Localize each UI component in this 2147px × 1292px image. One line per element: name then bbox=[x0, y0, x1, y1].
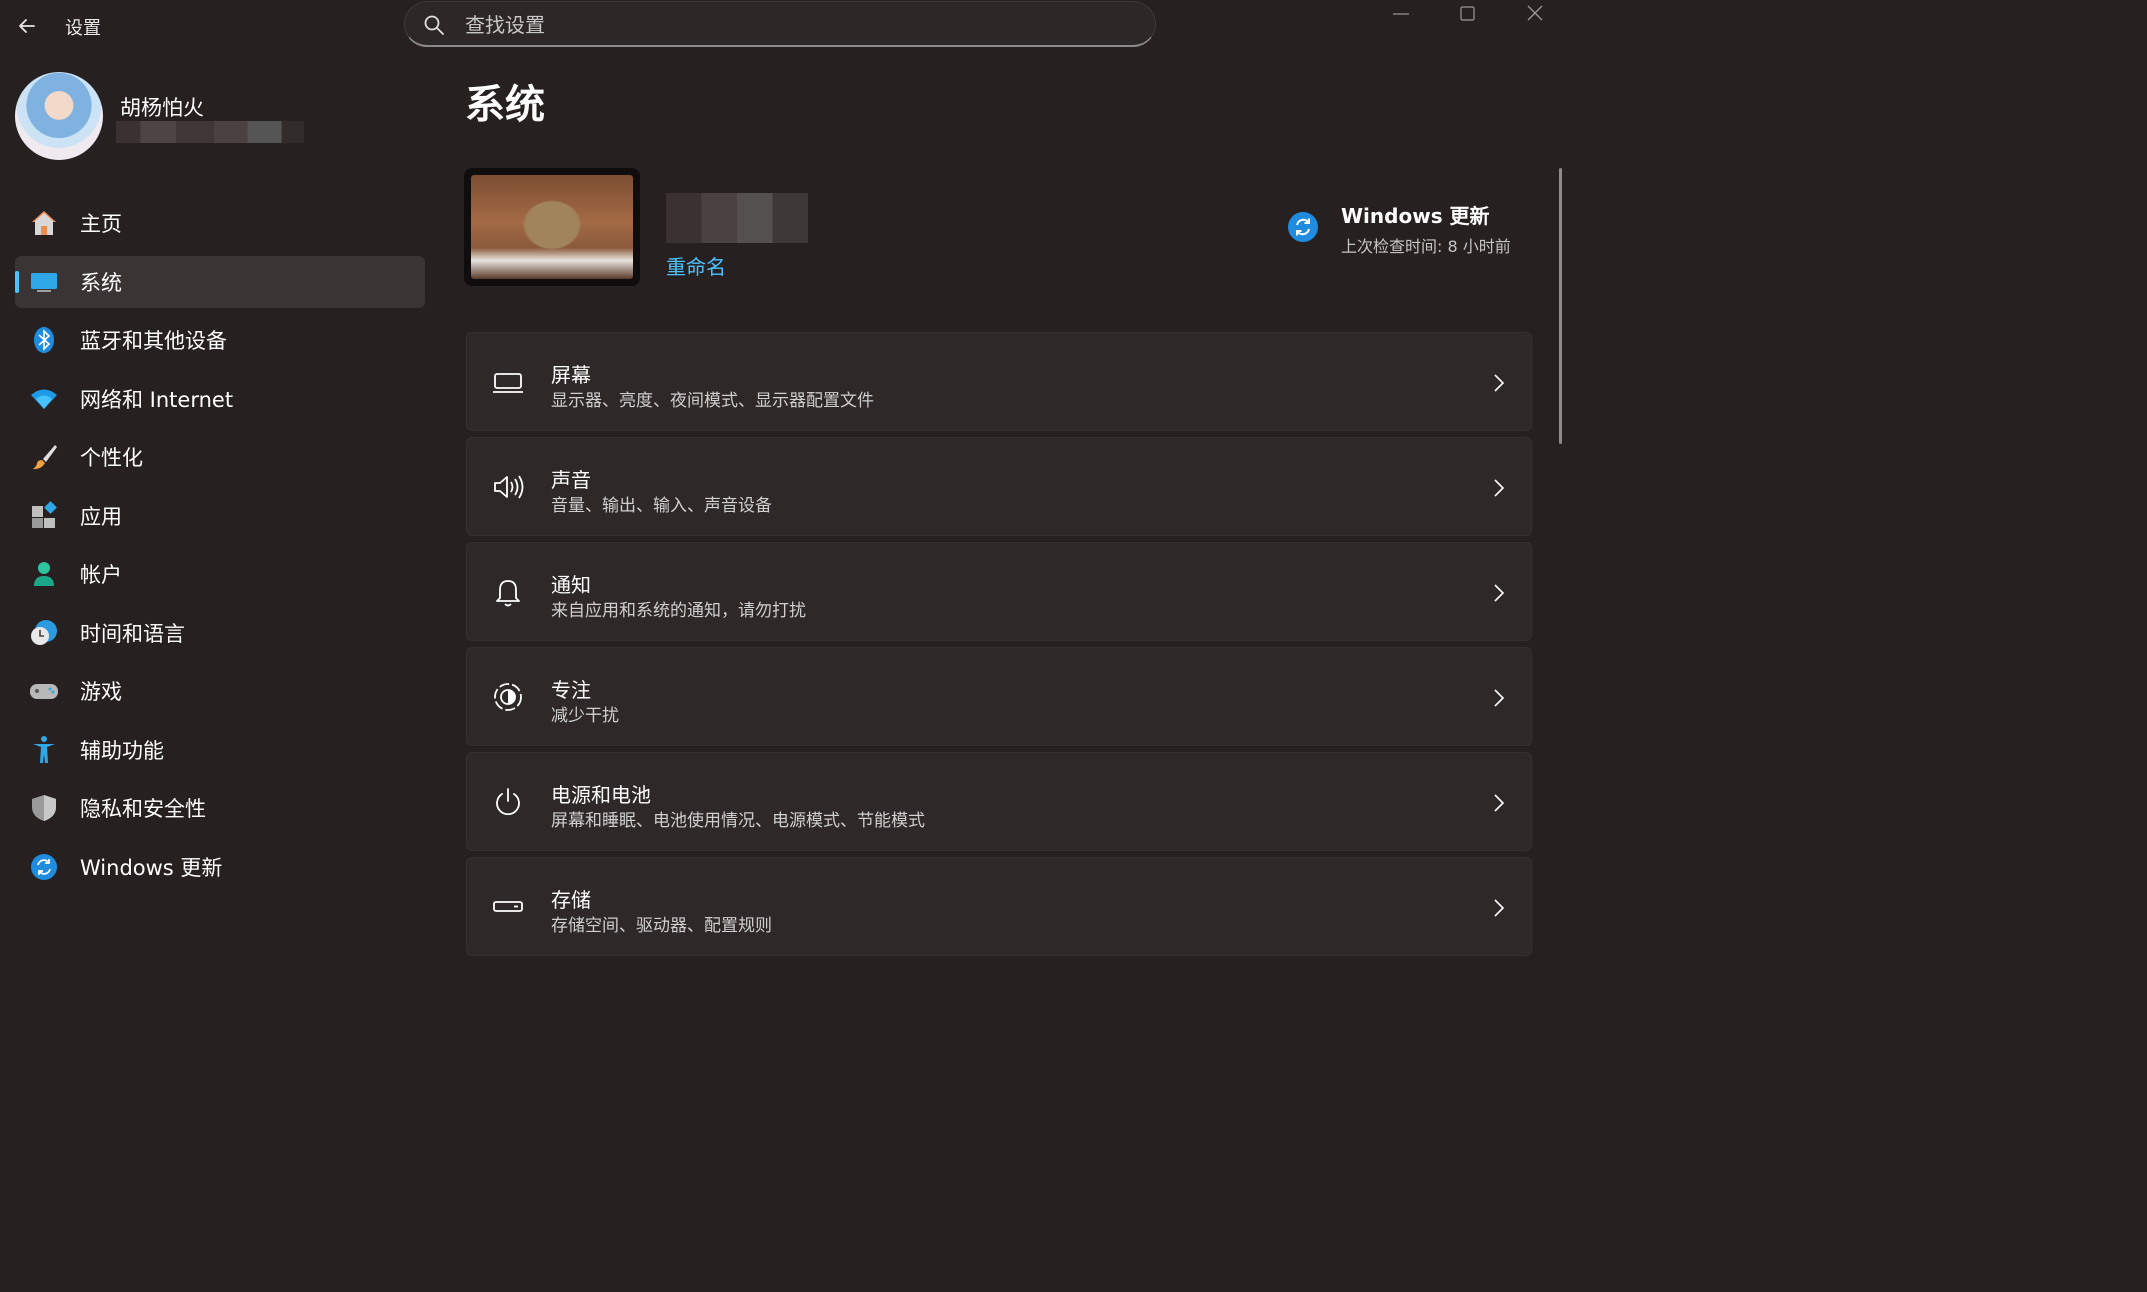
sidebar-item-label: 系统 bbox=[80, 270, 122, 295]
windows-update-icon bbox=[28, 851, 60, 883]
chevron-right-icon bbox=[1494, 374, 1505, 392]
device-wallpaper-preview bbox=[464, 168, 640, 286]
chevron-right-icon bbox=[1494, 794, 1505, 812]
card-subtitle: 来自应用和系统的通知，请勿打扰 bbox=[551, 601, 806, 621]
storage-icon bbox=[493, 901, 523, 912]
card-notifications[interactable]: 通知 来自应用和系统的通知，请勿打扰 bbox=[466, 542, 1532, 641]
sidebar-item-personalization[interactable]: 个性化 bbox=[15, 431, 425, 483]
user-name: 胡杨怕火 bbox=[120, 96, 204, 120]
chevron-right-icon bbox=[1494, 899, 1505, 917]
display-icon bbox=[493, 373, 523, 393]
wifi-icon bbox=[28, 383, 60, 415]
sidebar-item-time-language[interactable]: 时间和语言 bbox=[15, 607, 425, 659]
system-icon bbox=[28, 266, 60, 298]
card-display[interactable]: 屏幕 显示器、亮度、夜间模式、显示器配置文件 bbox=[466, 332, 1532, 431]
page-title: 系统 bbox=[465, 82, 545, 128]
wallpaper-image bbox=[471, 175, 633, 279]
card-subtitle: 显示器、亮度、夜间模式、显示器配置文件 bbox=[551, 391, 874, 411]
card-title: 专注 bbox=[551, 678, 591, 702]
sidebar-item-label: 游戏 bbox=[80, 680, 122, 704]
sidebar-item-home[interactable]: 主页 bbox=[15, 197, 425, 249]
sidebar-item-apps[interactable]: 应用 bbox=[15, 490, 425, 542]
time-language-icon bbox=[28, 617, 60, 649]
card-focus[interactable]: 专注 减少干扰 bbox=[466, 647, 1532, 746]
sidebar-item-label: 时间和语言 bbox=[80, 621, 185, 646]
device-name-redacted bbox=[666, 193, 808, 243]
card-power-battery[interactable]: 电源和电池 屏幕和睡眠、电池使用情况、电源模式、节能模式 bbox=[466, 752, 1532, 851]
card-subtitle: 减少干扰 bbox=[551, 706, 619, 726]
card-title: 通知 bbox=[551, 573, 591, 597]
shield-icon bbox=[28, 792, 60, 824]
close-button[interactable] bbox=[1523, 4, 1547, 24]
card-title: 声音 bbox=[551, 468, 591, 492]
card-title: 电源和电池 bbox=[551, 783, 651, 807]
sidebar-item-system[interactable]: 系统 bbox=[15, 255, 425, 308]
sidebar-item-gaming[interactable]: 游戏 bbox=[15, 665, 425, 717]
back-button[interactable] bbox=[14, 12, 42, 40]
card-subtitle: 音量、输出、输入、声音设备 bbox=[551, 496, 772, 516]
accessibility-icon bbox=[28, 734, 60, 766]
home-icon bbox=[28, 207, 60, 239]
card-title: 屏幕 bbox=[551, 363, 591, 387]
update-title[interactable]: Windows 更新 bbox=[1341, 200, 1490, 229]
app-title: 设置 bbox=[65, 18, 101, 39]
sidebar-item-label: 辅助功能 bbox=[80, 738, 164, 763]
sidebar-item-label: 隐私和安全性 bbox=[80, 797, 206, 821]
bluetooth-icon bbox=[28, 324, 60, 356]
card-subtitle: 屏幕和睡眠、电池使用情况、电源模式、节能模式 bbox=[551, 811, 925, 831]
search-input[interactable] bbox=[463, 10, 1127, 40]
chevron-right-icon bbox=[1494, 689, 1505, 707]
sidebar-item-windows-update[interactable]: Windows 更新 bbox=[15, 841, 425, 893]
avatar[interactable] bbox=[15, 72, 103, 160]
card-subtitle: 存储空间、驱动器、配置规则 bbox=[551, 916, 772, 936]
sidebar-item-network[interactable]: 网络和 Internet bbox=[15, 373, 425, 425]
power-icon bbox=[496, 788, 520, 816]
back-arrow-icon bbox=[19, 19, 35, 33]
focus-icon bbox=[494, 683, 522, 711]
apps-icon bbox=[28, 500, 60, 532]
sidebar-item-label: 帐户 bbox=[80, 563, 122, 587]
sidebar-item-label: 网络和 Internet bbox=[80, 387, 234, 412]
sidebar-item-label: 应用 bbox=[80, 504, 122, 529]
gamepad-icon bbox=[28, 675, 60, 707]
minimize-button[interactable] bbox=[1389, 4, 1413, 24]
bell-icon bbox=[496, 580, 520, 607]
sidebar-item-label: 主页 bbox=[80, 212, 122, 236]
chevron-right-icon bbox=[1494, 479, 1505, 497]
maximize-button[interactable] bbox=[1456, 4, 1480, 24]
brush-icon bbox=[28, 441, 60, 473]
sidebar-item-privacy[interactable]: 隐私和安全性 bbox=[15, 782, 425, 834]
sidebar-item-label: Windows 更新 bbox=[80, 855, 223, 880]
speaker-icon bbox=[494, 475, 524, 499]
account-icon bbox=[28, 558, 60, 590]
sidebar-item-bluetooth[interactable]: 蓝牙和其他设备 bbox=[15, 314, 425, 366]
sidebar-item-accounts[interactable]: 帐户 bbox=[15, 548, 425, 600]
scrollbar[interactable] bbox=[1559, 168, 1562, 444]
sidebar-item-accessibility[interactable]: 辅助功能 bbox=[15, 724, 425, 776]
search-icon bbox=[424, 15, 444, 35]
card-title: 存储 bbox=[551, 888, 591, 912]
sidebar-item-label: 蓝牙和其他设备 bbox=[80, 329, 227, 353]
windows-update-icon[interactable] bbox=[1287, 211, 1319, 243]
search-box[interactable] bbox=[404, 1, 1156, 47]
chevron-right-icon bbox=[1494, 584, 1505, 602]
rename-link[interactable]: 重命名 bbox=[666, 251, 726, 280]
card-sound[interactable]: 声音 音量、输出、输入、声音设备 bbox=[466, 437, 1532, 536]
update-last-checked: 上次检查时间: 8 小时前 bbox=[1341, 237, 1511, 256]
sidebar-nav: 主页 系统 蓝牙和其他设备 网络和 Internet 个性化 应用 帐户 时间和… bbox=[15, 197, 425, 899]
sidebar-item-label: 个性化 bbox=[80, 446, 143, 470]
settings-card-list: 屏幕 显示器、亮度、夜间模式、显示器配置文件 声音 音量、输出、输入、声音设备 … bbox=[466, 332, 1532, 962]
user-email-redacted bbox=[116, 121, 304, 143]
card-storage[interactable]: 存储 存储空间、驱动器、配置规则 bbox=[466, 857, 1532, 956]
